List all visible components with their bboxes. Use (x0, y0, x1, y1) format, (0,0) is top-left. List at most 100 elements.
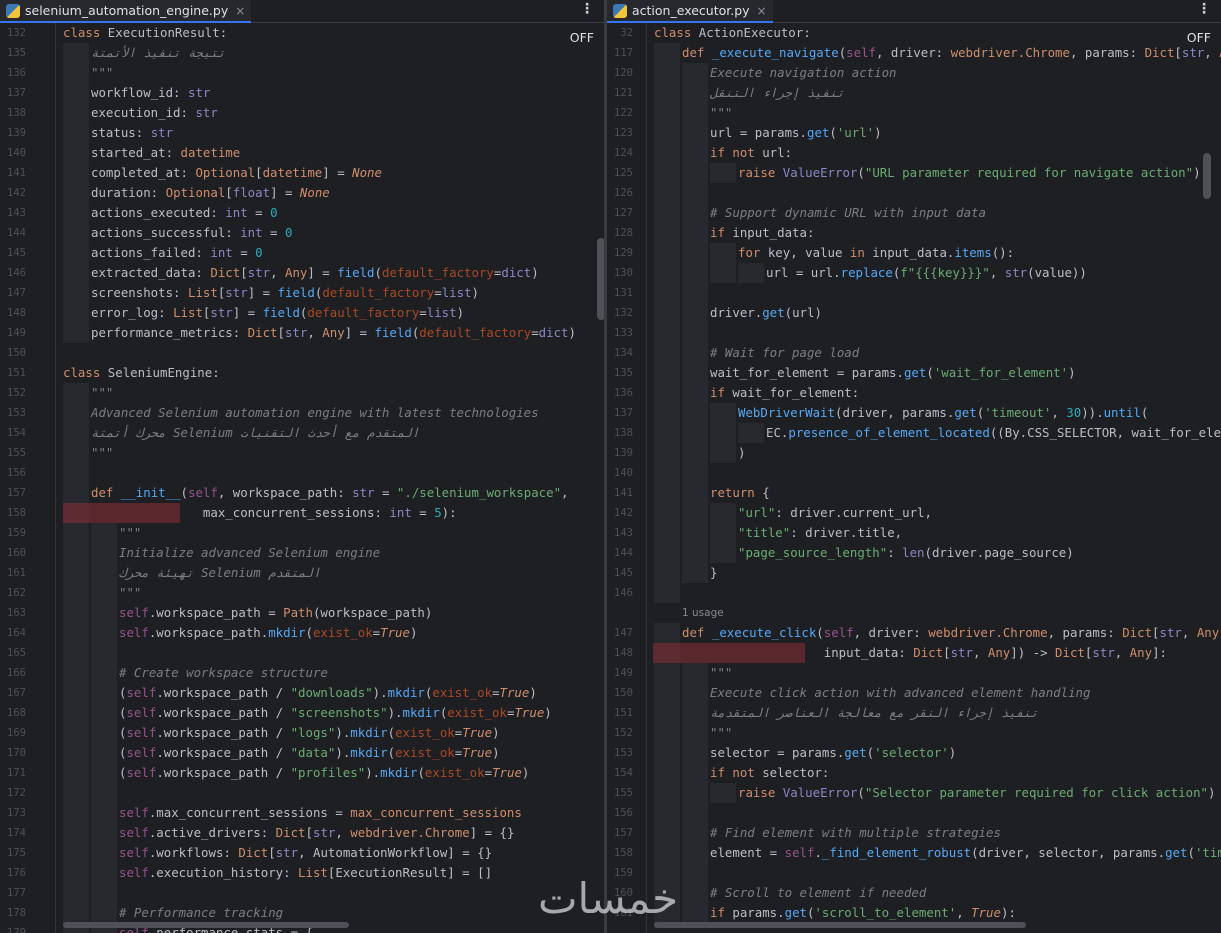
code-text[interactable]: تنفيذ إجراء التنقل (710, 83, 844, 103)
line-number[interactable]: 140 (0, 143, 26, 163)
code-text[interactable]: raise ValueError("Selector parameter req… (738, 783, 1215, 803)
code-text[interactable]: تنفيذ إجراء النقر مع معالجة العناصر المت… (710, 703, 1038, 723)
code-line[interactable]: 168 (self.workspace_path / "screenshots")… (0, 703, 604, 723)
code-line[interactable]: 157 # Find element with multiple strategi… (607, 823, 1221, 843)
code-line[interactable]: 154 محرك أتمتة Selenium المتقدم مع أحدث ا… (0, 423, 604, 443)
code-line[interactable]: 162 """ (0, 583, 604, 603)
code-line[interactable]: 131 (607, 283, 1221, 303)
tab-selenium-automation-engine[interactable]: selenium_automation_engine.py × (0, 0, 252, 23)
line-number[interactable]: 124 (607, 143, 633, 163)
code-text[interactable]: if not selector: (710, 763, 829, 783)
code-text[interactable]: # Performance tracking (119, 903, 283, 923)
code-text[interactable]: (self.workspace_path / "screenshots").mk… (119, 703, 552, 723)
line-number[interactable]: 153 (0, 403, 26, 423)
code-line[interactable]: 141 return { (607, 483, 1221, 503)
line-number[interactable]: 164 (0, 623, 26, 643)
line-number[interactable]: 133 (607, 323, 633, 343)
code-text[interactable]: duration: Optional[float] = None (91, 183, 330, 203)
code-line[interactable]: 120 Execute navigation action (607, 63, 1221, 83)
code-line[interactable]: 173 self.max_concurrent_sessions = max_co… (0, 803, 604, 823)
line-number[interactable]: 148 (607, 643, 633, 663)
line-number[interactable]: 146 (607, 583, 633, 603)
line-number[interactable]: 143 (607, 523, 633, 543)
code-line[interactable]: 160 Initialize advanced Selenium engine (0, 543, 604, 563)
line-number[interactable]: 166 (0, 663, 26, 683)
line-number[interactable]: 125 (607, 163, 633, 183)
code-text[interactable]: url = url.replace(f"{{{key}}}", str(valu… (766, 263, 1087, 283)
code-text[interactable]: wait_for_element = params.get('wait_for_… (710, 363, 1076, 383)
code-line[interactable]: 176 self.execution_history: List[Executio… (0, 863, 604, 883)
code-line[interactable]: 139) (607, 443, 1221, 463)
code-line[interactable]: 142 duration: Optional[float] = None (0, 183, 604, 203)
line-number[interactable]: 174 (0, 823, 26, 843)
line-number[interactable]: 126 (607, 183, 633, 203)
code-text[interactable]: """ (710, 723, 732, 743)
code-editor[interactable]: 32 class ActionExecutor: 117 def _execute_n… (607, 23, 1221, 933)
line-number[interactable]: 167 (0, 683, 26, 703)
line-number[interactable]: 141 (0, 163, 26, 183)
line-number[interactable]: 132 (0, 23, 26, 43)
code-line[interactable]: 157 def __init__(self, workspace_path: st… (0, 483, 604, 503)
code-text[interactable]: """ (91, 63, 113, 83)
line-number[interactable]: 173 (0, 803, 26, 823)
line-number[interactable]: 128 (607, 223, 633, 243)
line-number[interactable]: 147 (607, 623, 633, 643)
code-text[interactable]: self.workspace_path = Path(workspace_pat… (119, 603, 432, 623)
code-text[interactable]: Execute click action with advanced eleme… (710, 683, 1090, 703)
line-number[interactable]: 152 (607, 723, 633, 743)
line-number[interactable]: 158 (0, 503, 26, 523)
code-line[interactable]: 160 # Scroll to element if needed (607, 883, 1221, 903)
line-number[interactable]: 138 (607, 423, 633, 443)
code-line[interactable]: 153 selector = params.get('selector') (607, 743, 1221, 763)
code-line[interactable]: 170 (self.workspace_path / "data").mkdir(… (0, 743, 604, 763)
code-editor[interactable]: 132 class ExecutionResult: 135 تتيجة تنفيذ … (0, 23, 604, 933)
code-text[interactable]: screenshots: List[str] = field(default_f… (91, 283, 479, 303)
code-text[interactable]: """ (91, 383, 113, 403)
code-text[interactable]: actions_executed: int = 0 (91, 203, 278, 223)
close-icon[interactable]: × (757, 4, 767, 18)
code-line[interactable]: 144 "page_source_length": len(driver.page… (607, 543, 1221, 563)
code-text[interactable]: extracted_data: Dict[str, Any] = field(d… (91, 263, 539, 283)
code-line[interactable]: 146 (607, 583, 1221, 603)
code-line[interactable]: 140 started_at: datetime (0, 143, 604, 163)
code-line[interactable]: 178 # Performance tracking (0, 903, 604, 923)
line-number[interactable]: 127 (607, 203, 633, 223)
code-text[interactable]: ) (738, 443, 745, 463)
code-line[interactable]: 137 workflow_id: str (0, 83, 604, 103)
code-text[interactable]: """ (710, 663, 732, 683)
line-number[interactable]: 136 (607, 383, 633, 403)
code-line[interactable]: 167 (self.workspace_path / "downloads").m… (0, 683, 604, 703)
line-number[interactable]: 122 (607, 103, 633, 123)
code-text[interactable]: "page_source_length": len(driver.page_so… (738, 543, 1074, 563)
code-line[interactable]: 156 (0, 463, 604, 483)
left-editor-pane[interactable]: selenium_automation_engine.py × ⋮ OFF 13… (0, 0, 604, 933)
code-text[interactable]: if input_data: (710, 223, 814, 243)
line-number[interactable]: 177 (0, 883, 26, 903)
close-icon[interactable]: × (235, 4, 245, 18)
line-number[interactable]: 117 (607, 43, 633, 63)
right-editor-pane[interactable]: action_executor.py × ⋮ OFF 32 class Actio… (607, 0, 1221, 933)
line-number[interactable]: 134 (607, 343, 633, 363)
line-number[interactable]: 131 (607, 283, 633, 303)
line-number[interactable]: 155 (0, 443, 26, 463)
line-number[interactable]: 176 (0, 863, 26, 883)
code-text[interactable]: (self.workspace_path / "logs").mkdir(exi… (119, 723, 500, 743)
line-number[interactable]: 178 (0, 903, 26, 923)
code-line[interactable]: 152 """ (607, 723, 1221, 743)
code-line[interactable]: 136 if wait_for_element: (607, 383, 1221, 403)
code-line[interactable]: 142 "url": driver.current_url, (607, 503, 1221, 523)
line-number[interactable]: 154 (0, 423, 26, 443)
code-text[interactable]: self.active_drivers: Dict[str, webdriver… (119, 823, 514, 843)
code-text[interactable]: if not url: (710, 143, 792, 163)
line-number[interactable]: 142 (607, 503, 633, 523)
code-line[interactable]: 177 (0, 883, 604, 903)
code-text[interactable]: class SeleniumEngine: (63, 363, 220, 383)
line-number[interactable]: 129 (607, 243, 633, 263)
code-line[interactable]: 152 """ (0, 383, 604, 403)
line-number[interactable]: 120 (607, 63, 633, 83)
line-number[interactable]: 171 (0, 763, 26, 783)
code-text[interactable]: def __init__(self, workspace_path: str =… (91, 483, 569, 503)
code-line[interactable]: 174 self.active_drivers: Dict[str, webdri… (0, 823, 604, 843)
line-number[interactable]: 149 (607, 663, 633, 683)
reader-mode-status[interactable]: OFF (1187, 30, 1211, 45)
